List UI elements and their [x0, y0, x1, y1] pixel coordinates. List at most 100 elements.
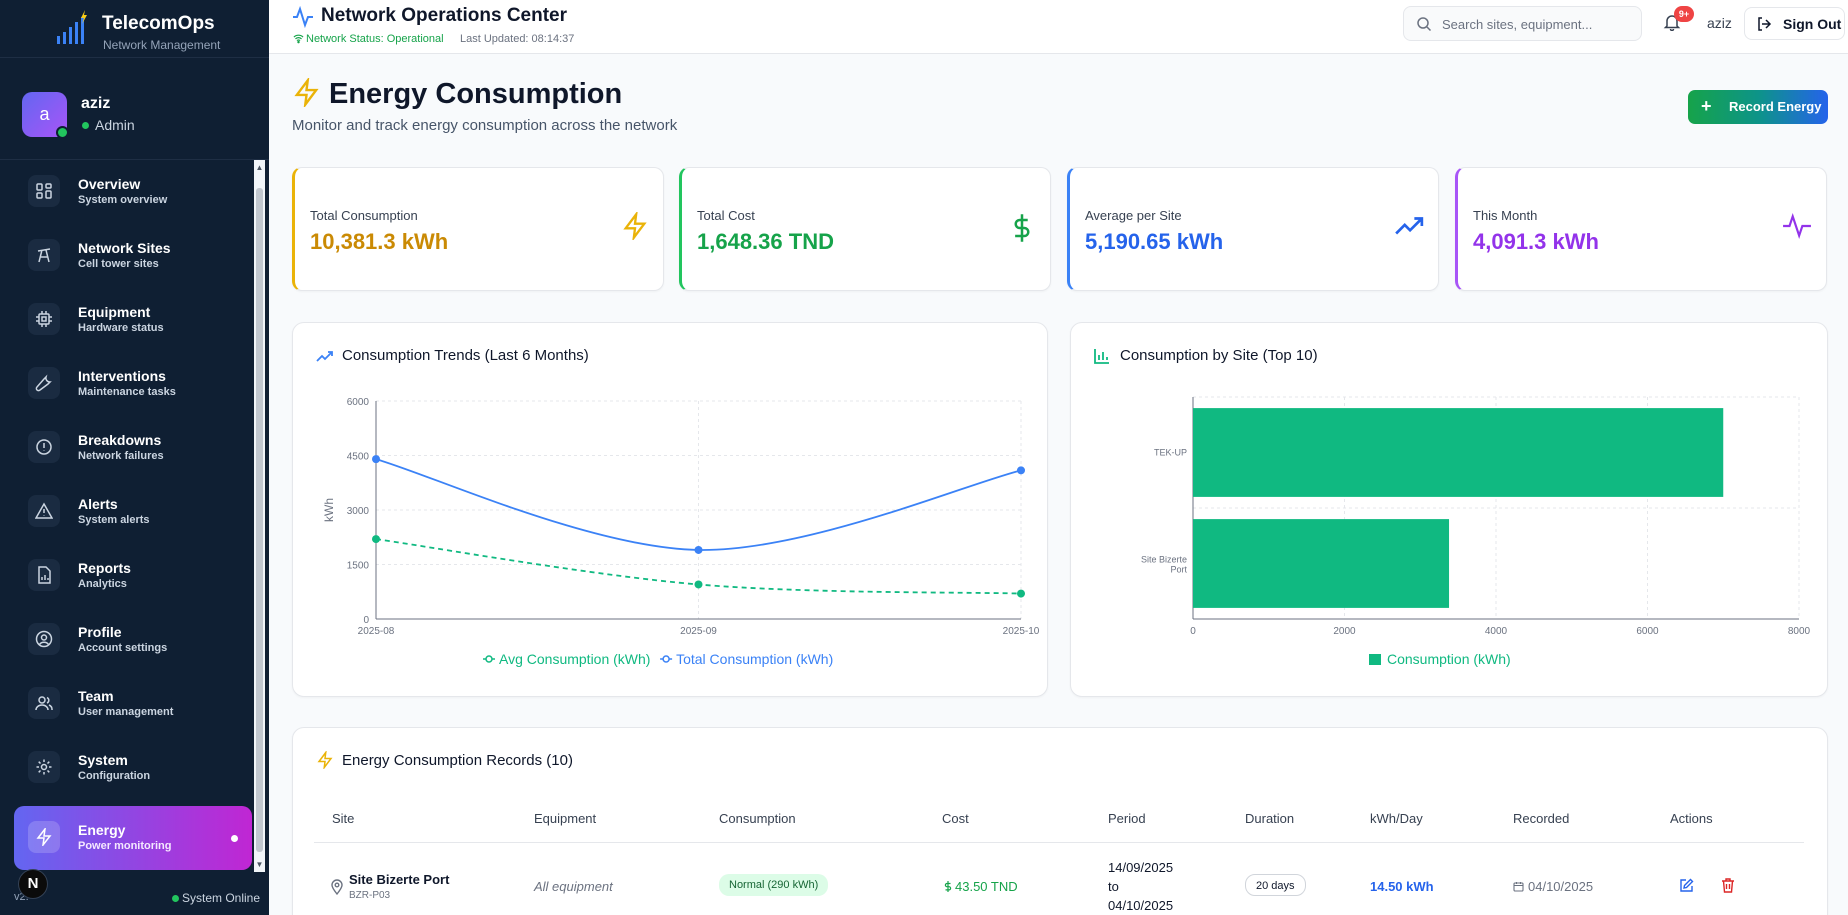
- sidebar: TelecomOps Network Management a aziz Adm…: [0, 0, 269, 915]
- sidebar-item-team[interactable]: Team User management: [14, 672, 252, 736]
- sidebar-item-equipment[interactable]: Equipment Hardware status: [14, 288, 252, 352]
- map-pin-icon: [331, 879, 343, 895]
- consumption-trends-card: Consumption Trends (Last 6 Months) 0 1500…: [292, 322, 1048, 697]
- wifi-icon: [293, 34, 304, 44]
- bolt-icon: [623, 212, 647, 240]
- sidebar-item-system[interactable]: System Configuration: [14, 736, 252, 800]
- sidebar-item-label: System: [78, 752, 128, 768]
- sign-out-label: Sign Out: [1783, 16, 1842, 32]
- column-header-actions: Actions: [1670, 811, 1713, 826]
- sidebar-item-sub: Power monitoring: [78, 840, 172, 852]
- sidebar-item-label: Profile: [78, 624, 122, 640]
- search-input[interactable]: [1442, 14, 1632, 34]
- y-tick-label: 3000: [347, 506, 370, 517]
- data-point: [372, 535, 380, 544]
- column-header-equipment[interactable]: Equipment: [534, 811, 596, 826]
- dev-badge-icon[interactable]: N: [18, 869, 48, 899]
- header-username: aziz: [1707, 15, 1732, 31]
- y-tick-label: 6000: [347, 397, 370, 408]
- bolt-icon: [28, 821, 60, 853]
- sidebar-item-overview[interactable]: Overview System overview: [14, 160, 252, 224]
- sidebar-item-sub: Maintenance tasks: [78, 386, 176, 398]
- y-tick-label: Port: [1170, 565, 1187, 575]
- sidebar-item-sub: Network failures: [78, 450, 164, 462]
- sidebar-item-profile[interactable]: Profile Account settings: [14, 608, 252, 672]
- scroll-thumb[interactable]: [256, 188, 263, 852]
- sidebar-item-sub: System alerts: [78, 514, 150, 526]
- consumption-badge: Normal (290 kWh): [719, 874, 829, 896]
- sign-out-button[interactable]: Sign Out: [1744, 7, 1845, 40]
- chip-icon: [28, 303, 60, 335]
- record-energy-button[interactable]: + Record Energy: [1688, 90, 1828, 124]
- search-icon: [1417, 17, 1432, 32]
- scroll-up-arrow-icon[interactable]: ▲: [255, 163, 264, 172]
- legend-swatch: [1369, 654, 1381, 665]
- edit-icon[interactable]: [1679, 878, 1694, 893]
- user-card[interactable]: a aziz Admin: [0, 58, 269, 160]
- column-header-kwh-day[interactable]: kWh/Day: [1370, 811, 1423, 826]
- stat-card-total-cost: Total Cost 1,648.36 TND: [679, 167, 1051, 291]
- bar: [1193, 408, 1724, 497]
- grid-icon: [28, 175, 60, 207]
- scroll-down-arrow-icon[interactable]: ▼: [255, 860, 264, 869]
- active-indicator: [231, 835, 238, 842]
- sidebar-item-label: Energy: [78, 822, 126, 838]
- column-header-period[interactable]: Period: [1108, 811, 1146, 826]
- page-title: Energy Consumption: [329, 78, 623, 110]
- report-icon: [28, 559, 60, 591]
- bar-chart: 0 2000 4000 6000 8000 TEK-UP Site BizertePort C…: [1141, 396, 1811, 667]
- system-status: System Online: [182, 891, 261, 905]
- record-energy-label: Record Energy: [1729, 99, 1822, 114]
- y-tick-label: 1500: [347, 561, 370, 572]
- x-tick-label: 4000: [1485, 626, 1508, 637]
- column-header-recorded[interactable]: Recorded: [1513, 811, 1569, 826]
- x-tick-label: 6000: [1636, 626, 1659, 637]
- row-recorded: 04/10/2025: [1528, 879, 1594, 894]
- row-period-to: to: [1108, 879, 1119, 894]
- column-header-consumption[interactable]: Consumption: [719, 811, 796, 826]
- user-name: aziz: [81, 95, 111, 112]
- network-status: Network Status: Operational: [306, 33, 444, 45]
- sidebar-item-breakdowns[interactable]: Breakdowns Network failures: [14, 416, 252, 480]
- sidebar-item-sub: System overview: [78, 194, 168, 206]
- x-tick-label: 0: [1190, 626, 1196, 637]
- header-title: Network Operations Center: [321, 5, 567, 26]
- search-box[interactable]: [1403, 6, 1642, 41]
- row-site-name: Site Bizerte Port: [349, 872, 450, 887]
- row-kwh-day: 14.50 kWh: [1370, 879, 1434, 894]
- system-status-dot: [172, 895, 179, 902]
- brand[interactable]: TelecomOps Network Management: [0, 0, 269, 58]
- sidebar-item-interventions[interactable]: Interventions Maintenance tasks: [14, 352, 252, 416]
- duration-badge: 20 days: [1245, 874, 1306, 896]
- sidebar-item-energy[interactable]: Energy Power monitoring: [14, 806, 252, 870]
- sidebar-item-sub: Configuration: [78, 770, 151, 782]
- stat-value: 1,648.36 TND: [697, 229, 834, 254]
- row-cost: 43.50 TND: [955, 879, 1018, 894]
- sidebar-item-alerts[interactable]: Alerts System alerts: [14, 480, 252, 544]
- stat-label: This Month: [1473, 208, 1538, 223]
- bolt-icon: [317, 751, 333, 769]
- user-role: Admin: [95, 117, 135, 133]
- column-header-site[interactable]: Site: [332, 811, 354, 826]
- dollar-icon: [944, 881, 952, 892]
- sidebar-item-label: Overview: [78, 176, 141, 192]
- data-point: [1017, 466, 1025, 475]
- brand-name: TelecomOps: [102, 13, 215, 34]
- column-header-cost[interactable]: Cost: [942, 811, 969, 826]
- sidebar-item-label: Team: [78, 688, 114, 704]
- stat-value: 10,381.3 kWh: [310, 229, 449, 254]
- trend-up-icon: [1395, 217, 1424, 235]
- online-indicator: [56, 126, 69, 139]
- column-header-duration[interactable]: Duration: [1245, 811, 1294, 826]
- sidebar-item-sub: Cell tower sites: [78, 258, 159, 270]
- table-header-divider: [314, 842, 1804, 843]
- pulse-icon: [293, 5, 313, 29]
- sidebar-item-reports[interactable]: Reports Analytics: [14, 544, 252, 608]
- x-tick-label: 8000: [1788, 626, 1811, 637]
- trash-icon[interactable]: [1721, 878, 1735, 893]
- sidebar-scrollbar[interactable]: ▲ ▼: [254, 160, 265, 872]
- sidebar-item-network-sites[interactable]: Network Sites Cell tower sites: [14, 224, 252, 288]
- data-point: [694, 545, 703, 554]
- y-tick-label: Site Bizerte: [1141, 555, 1187, 565]
- x-tick-label: 2025-08: [358, 626, 395, 637]
